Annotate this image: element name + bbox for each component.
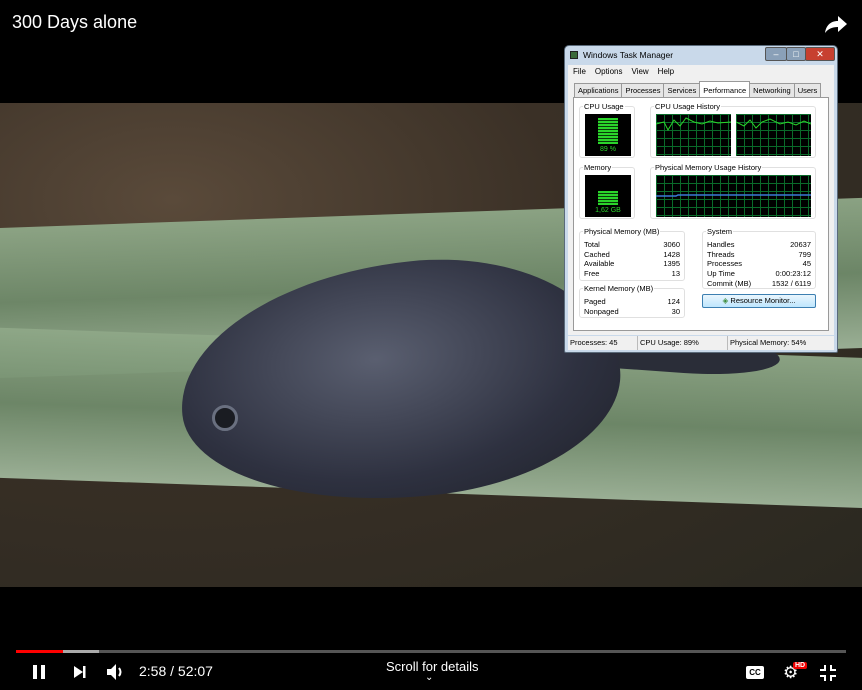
stat-label: Threads (707, 249, 735, 259)
video-title[interactable]: 300 Days alone (12, 12, 137, 33)
share-icon[interactable] (824, 14, 848, 34)
performance-pane: CPU Usage 89 % CPU Usage History Memory … (573, 97, 829, 331)
physical-memory-group: Physical Memory (MB) Total 3060 Cached 1428… (579, 227, 685, 281)
cpu-usage-label: CPU Usage (583, 102, 625, 111)
stat-row: Cached 1428 (584, 250, 680, 260)
menu-help[interactable]: Help (658, 65, 674, 79)
stat-value: 1428 (663, 249, 680, 259)
stat-row: Available 1395 (584, 259, 680, 269)
tab-performance[interactable]: Performance (699, 81, 751, 97)
time-display: 2:58 / 52:07 (139, 663, 213, 679)
tab-users[interactable]: Users (793, 83, 822, 97)
stat-value: 20637 (790, 240, 811, 249)
stat-label: Nonpaged (584, 306, 619, 316)
resource-monitor-label: Resource Monitor... (730, 296, 796, 305)
stat-label: Cached (584, 249, 610, 259)
memory-history-group: Physical Memory Usage History (650, 163, 816, 219)
stat-value: 1532 / 6119 (771, 278, 811, 288)
cpu-history-group: CPU Usage History (650, 102, 816, 158)
stat-row: Total 3060 (584, 240, 680, 250)
exit-fullscreen-icon[interactable] (819, 664, 837, 682)
stat-label: Total (584, 240, 600, 249)
kernel-memory-label: Kernel Memory (MB) (583, 284, 655, 293)
tab-bar: Applications Processes Services Performa… (574, 81, 822, 97)
menu-file[interactable]: File (573, 65, 586, 79)
next-icon[interactable] (73, 665, 87, 679)
cpu-history-graph-2 (736, 114, 811, 156)
stat-label: Paged (584, 297, 606, 306)
memory-history-graph (656, 175, 811, 217)
memory-history-label: Physical Memory Usage History (654, 163, 763, 172)
resource-monitor-button[interactable]: ◈ Resource Monitor... (702, 294, 816, 308)
cpu-usage-group: CPU Usage 89 % (579, 102, 635, 158)
stat-row: Commit (MB) 1532 / 6119 (707, 279, 811, 289)
stat-row: Handles 20637 (707, 240, 811, 250)
volume-icon[interactable] (106, 663, 128, 681)
task-manager-window[interactable]: Windows Task Manager – □ ✕ File Options … (564, 45, 838, 353)
physical-memory-label: Physical Memory (MB) (583, 227, 661, 236)
fish-eye (212, 405, 238, 431)
memory-meter: 1,62 GB (585, 175, 631, 217)
stat-label: Available (584, 259, 615, 269)
minimize-button[interactable]: – (765, 47, 787, 61)
stat-row: Free 13 (584, 269, 680, 279)
system-label: System (706, 227, 734, 236)
tab-services[interactable]: Services (663, 83, 701, 97)
cpu-usage-value: 89 % (600, 146, 616, 153)
stat-value: 13 (671, 269, 680, 279)
stat-value: 799 (798, 249, 811, 259)
menu-view[interactable]: View (631, 65, 648, 79)
stat-label: Handles (707, 240, 735, 249)
status-cpu: CPU Usage: 89% (638, 336, 728, 350)
stat-label: Commit (MB) (707, 278, 752, 288)
hd-badge: HD (793, 662, 808, 669)
task-manager-icon (570, 51, 578, 59)
status-bar: Processes: 45 CPU Usage: 89% Physical Me… (568, 336, 834, 350)
stat-value: 45 (802, 259, 811, 269)
cpu-history-graph-1 (656, 114, 731, 156)
tab-applications[interactable]: Applications (574, 83, 623, 97)
stat-label: Free (584, 269, 600, 279)
stat-value: 0:00:23:12 (775, 269, 811, 279)
window-title: Windows Task Manager (583, 50, 674, 60)
stat-value: 3060 (663, 240, 680, 249)
stat-value: 1395 (663, 259, 680, 269)
progress-bar[interactable] (16, 650, 846, 653)
stat-value: 124 (667, 297, 680, 306)
cpu-history-label: CPU Usage History (654, 102, 722, 111)
pause-icon[interactable] (31, 664, 47, 680)
menu-options[interactable]: Options (595, 65, 623, 79)
status-memory: Physical Memory: 54% (730, 338, 807, 347)
tab-processes[interactable]: Processes (621, 83, 665, 97)
played-bar (16, 650, 64, 653)
stat-row: Up Time 0:00:23:12 (707, 269, 811, 279)
stat-row: Threads 799 (707, 250, 811, 260)
memory-value: 1,62 GB (595, 207, 621, 214)
status-processes: Processes: 45 (568, 336, 638, 350)
captions-button[interactable]: CC (746, 666, 764, 679)
system-group: System Handles 20637 Threads 799 Processes 45… (702, 227, 816, 289)
kernel-memory-group: Kernel Memory (MB) Paged 124 Nonpaged 30 (579, 284, 685, 318)
chevron-down-icon[interactable]: ⌄ (425, 672, 433, 683)
shield-icon: ◈ (722, 296, 729, 305)
maximize-button[interactable]: □ (786, 47, 806, 61)
stat-row: Processes 45 (707, 259, 811, 269)
memory-label: Memory (583, 163, 613, 172)
cpu-meter: 89 % (585, 114, 631, 156)
menu-bar: File Options View Help (568, 65, 834, 79)
stat-value: 30 (671, 306, 680, 316)
player-controls: 2:58 / 52:07 Scroll for details ⌄ CC ⚙ H… (0, 640, 862, 690)
close-button[interactable]: ✕ (805, 47, 835, 61)
memory-group: Memory 1,62 GB (579, 163, 635, 219)
stat-row: Nonpaged 30 (584, 307, 680, 317)
stat-row: Paged 124 (584, 297, 680, 307)
stat-label: Up Time (707, 269, 735, 279)
stat-label: Processes (707, 259, 743, 269)
tab-networking[interactable]: Networking (749, 83, 795, 97)
